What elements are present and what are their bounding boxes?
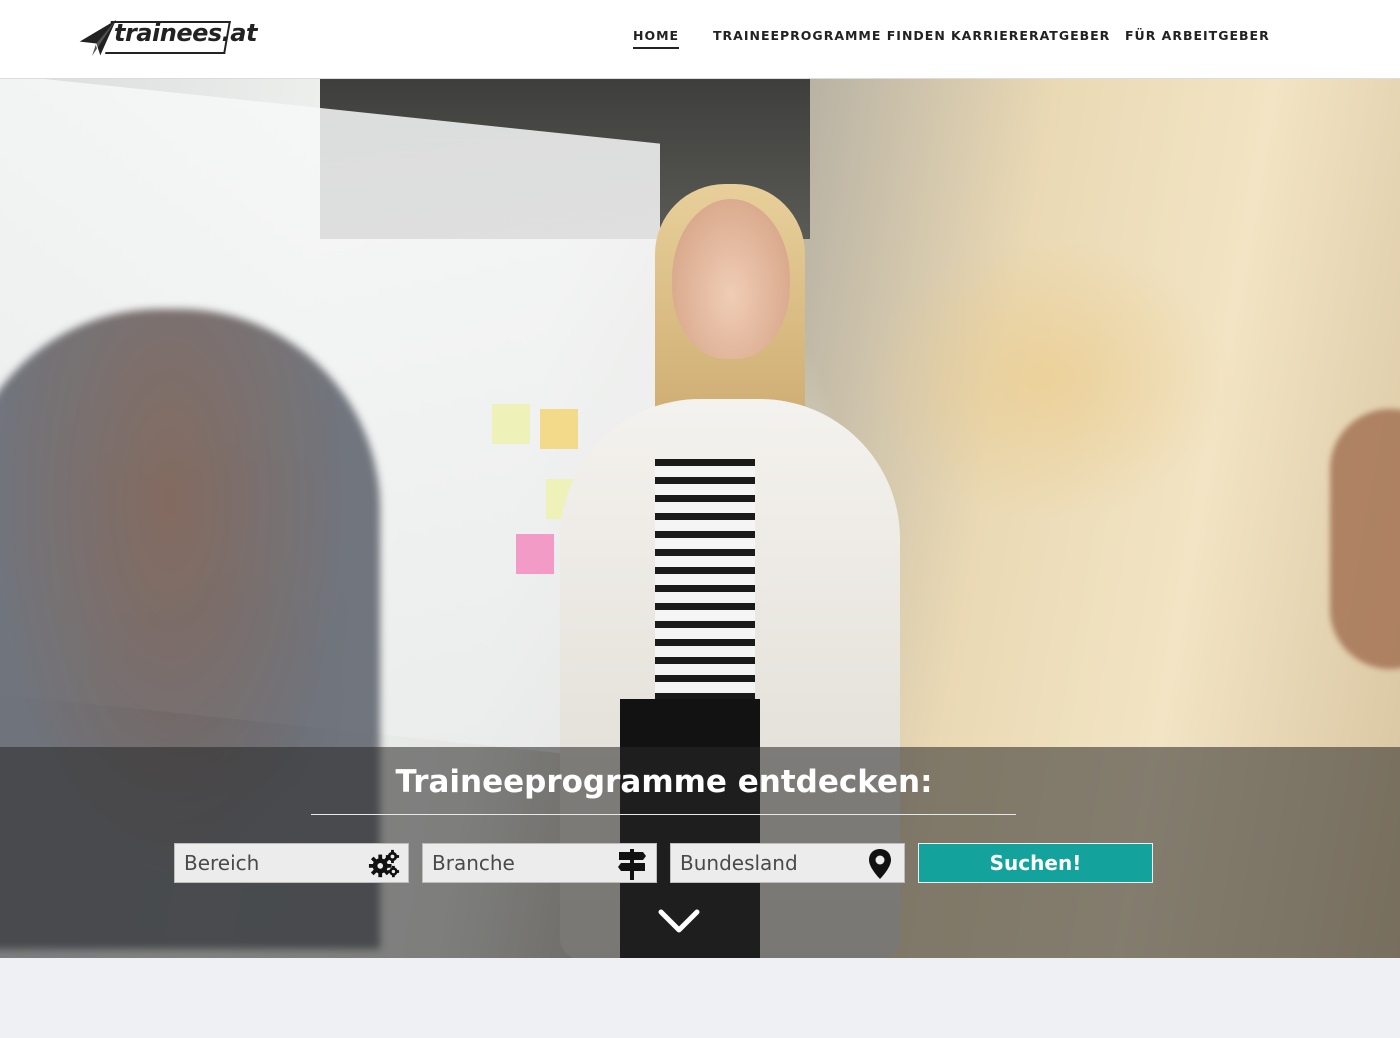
logo-text: trainees.at bbox=[114, 19, 257, 47]
signpost-icon bbox=[616, 848, 648, 880]
map-pin-icon bbox=[864, 848, 896, 880]
search-button[interactable]: Suchen! bbox=[918, 843, 1153, 883]
nav-traineeprogramme-finden[interactable]: TRAINEEPROGRAMME FINDEN bbox=[713, 28, 946, 43]
nav-home[interactable]: HOME bbox=[633, 28, 680, 49]
title-divider bbox=[311, 814, 1016, 815]
site-header: trainees.at HOME TRAINEEPROGRAMME FINDEN… bbox=[0, 0, 1400, 79]
gears-icon bbox=[368, 848, 400, 880]
nav-fuer-arbeitgeber[interactable]: FÜR ARBEITGEBER bbox=[1125, 28, 1270, 43]
hero-title: Traineeprogramme entdecken: bbox=[395, 764, 933, 800]
bundesland-select[interactable]: Bundesland bbox=[670, 843, 905, 883]
content-area bbox=[0, 958, 1400, 1038]
bereich-select[interactable]: Bereich bbox=[174, 843, 409, 883]
branche-label: Branche bbox=[432, 851, 515, 875]
chevron-down-icon[interactable] bbox=[658, 909, 700, 935]
branche-select[interactable]: Branche bbox=[422, 843, 657, 883]
bereich-label: Bereich bbox=[184, 851, 260, 875]
hero-section: Traineeprogramme entdecken: Bereich Bran… bbox=[0, 79, 1400, 958]
site-logo[interactable]: trainees.at bbox=[78, 16, 257, 58]
bundesland-label: Bundesland bbox=[680, 851, 798, 875]
nav-karriereratgeber[interactable]: KARRIERERATGEBER bbox=[951, 28, 1110, 43]
